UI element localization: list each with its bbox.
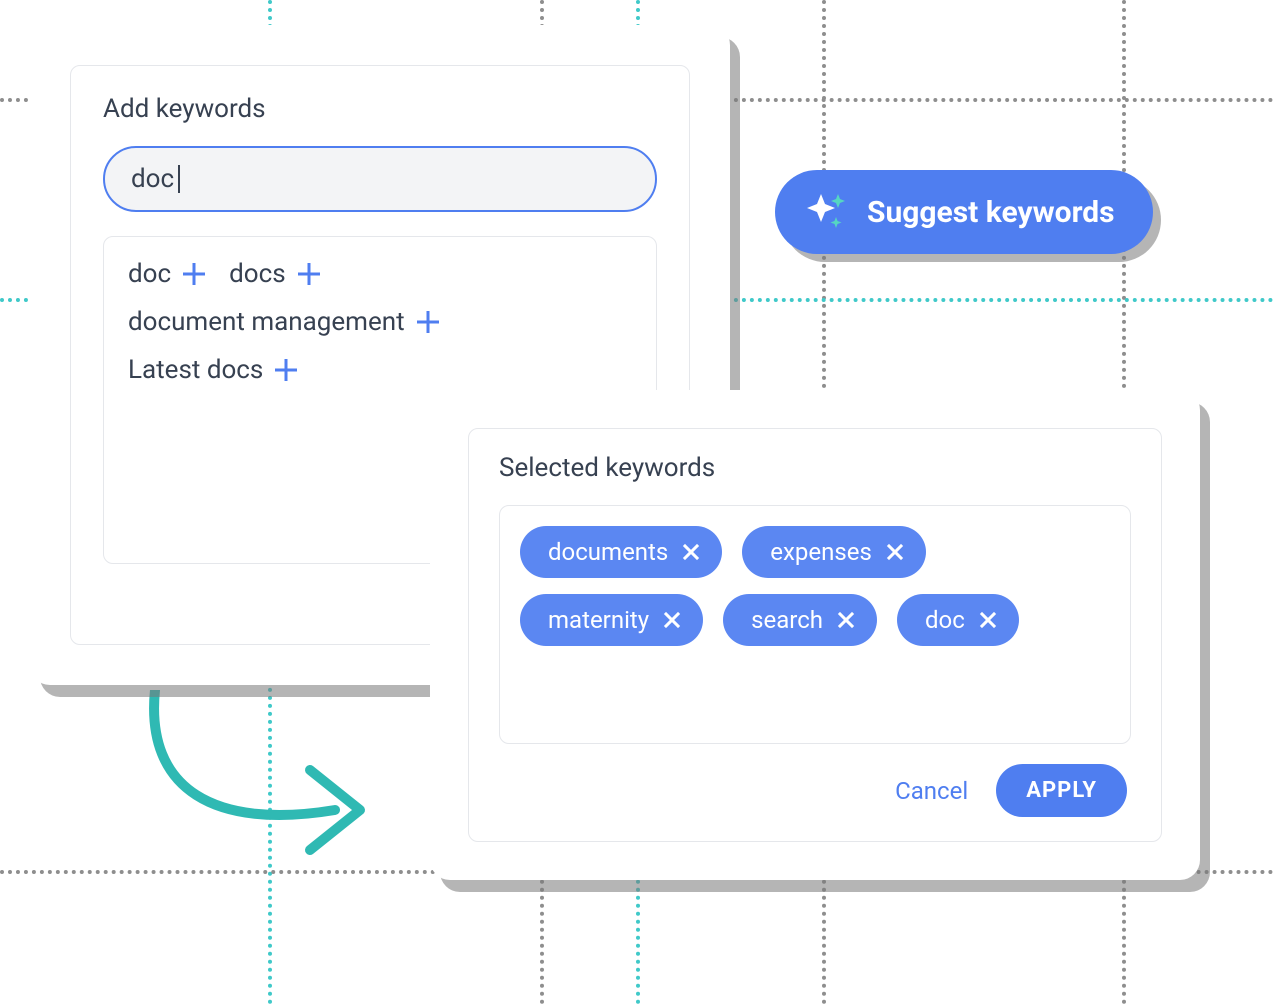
suggestion-label: document management <box>128 307 405 337</box>
chip-doc[interactable]: doc <box>897 594 1019 646</box>
suggest-keywords-label: Suggest keywords <box>867 195 1115 230</box>
suggest-keywords-button[interactable]: Suggest keywords <box>775 170 1153 254</box>
add-icon <box>183 263 205 285</box>
keyword-input-value: doc <box>131 164 174 194</box>
chips-container: documents expenses maternity search doc <box>499 505 1131 744</box>
suggestion-label: doc <box>128 259 171 289</box>
keyword-input[interactable]: doc <box>103 146 657 212</box>
apply-button[interactable]: APPLY <box>996 764 1127 817</box>
chip-label: expenses <box>770 538 872 566</box>
suggestion-latest-docs[interactable]: Latest docs <box>128 355 297 385</box>
chip-search[interactable]: search <box>723 594 877 646</box>
remove-icon[interactable] <box>886 543 904 561</box>
add-icon <box>298 263 320 285</box>
chip-label: documents <box>548 538 668 566</box>
chip-label: maternity <box>548 606 649 634</box>
remove-icon[interactable] <box>682 543 700 561</box>
remove-icon[interactable] <box>979 611 997 629</box>
cancel-button[interactable]: Cancel <box>895 777 968 805</box>
suggestion-doc[interactable]: doc <box>128 259 205 289</box>
remove-icon[interactable] <box>837 611 855 629</box>
suggestion-docs[interactable]: docs <box>229 259 320 289</box>
selected-keywords-panel: Selected keywords documents expenses mat… <box>430 390 1200 880</box>
dialog-actions: Cancel APPLY <box>499 764 1131 817</box>
sparkle-icon <box>805 190 849 234</box>
add-icon <box>275 359 297 381</box>
suggestion-label: Latest docs <box>128 355 263 385</box>
suggestion-document-management[interactable]: document management <box>128 307 439 337</box>
chip-expenses[interactable]: expenses <box>742 526 926 578</box>
add-icon <box>417 311 439 333</box>
remove-icon[interactable] <box>663 611 681 629</box>
chip-label: doc <box>925 606 965 634</box>
chip-maternity[interactable]: maternity <box>520 594 703 646</box>
text-caret <box>178 165 180 193</box>
suggestion-label: docs <box>229 259 286 289</box>
flow-arrow-icon <box>135 690 395 880</box>
chip-documents[interactable]: documents <box>520 526 722 578</box>
selected-keywords-title: Selected keywords <box>499 453 1131 483</box>
selected-keywords-inner: Selected keywords documents expenses mat… <box>468 428 1162 842</box>
add-keywords-title: Add keywords <box>103 94 657 124</box>
chip-label: search <box>751 606 823 634</box>
